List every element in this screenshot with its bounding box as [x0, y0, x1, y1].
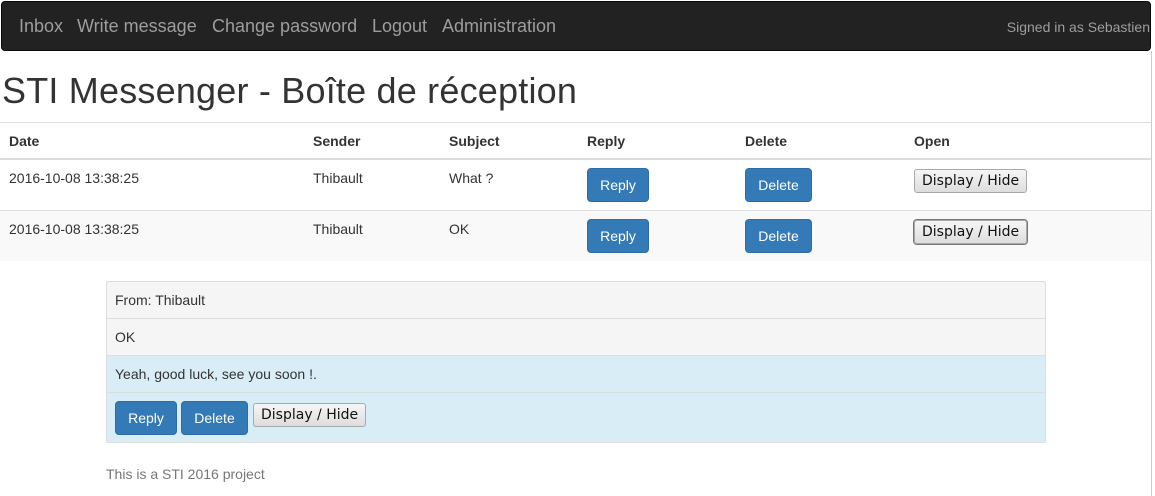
row-sender: Thibault	[313, 170, 363, 186]
footer-text: This is a STI 2016 project	[106, 466, 265, 482]
message-actions: Reply Delete Display / Hide	[107, 393, 1045, 442]
message-subject: OK	[107, 319, 1045, 356]
row-date: 2016-10-08 13:38:25	[9, 221, 139, 237]
message-display-hide-button[interactable]: Display / Hide	[253, 403, 367, 427]
signed-in-text: Signed in as Sebastien	[1006, 19, 1150, 35]
delete-button[interactable]: Delete	[745, 168, 812, 202]
message-from: From: Thibault	[107, 282, 1045, 319]
column-header-subject: Subject	[449, 133, 500, 149]
table-header: Date Sender Subject Reply Delete Open	[0, 122, 1151, 160]
nav-administration-link[interactable]: Administration	[442, 16, 556, 37]
nav-change-password-link[interactable]: Change password	[212, 16, 357, 37]
message-reply-button[interactable]: Reply	[115, 401, 177, 435]
page-right-border	[1151, 51, 1152, 496]
display-hide-button[interactable]: Display / Hide	[914, 169, 1028, 193]
message-panel: From: Thibault OK Yeah, good luck, see y…	[106, 281, 1046, 443]
row-sender: Thibault	[313, 221, 363, 237]
column-header-delete: Delete	[745, 133, 788, 149]
row-subject: What ?	[449, 170, 494, 186]
message-body: Yeah, good luck, see you soon !.	[107, 356, 1045, 393]
table-row: 2016-10-08 13:38:25 Thibault What ? Repl…	[0, 160, 1151, 211]
column-header-reply: Reply	[587, 133, 626, 149]
column-header-date: Date	[9, 133, 40, 149]
delete-button[interactable]: Delete	[745, 219, 812, 253]
reply-button[interactable]: Reply	[587, 168, 649, 202]
column-header-sender: Sender	[313, 133, 361, 149]
nav-write-message-link[interactable]: Write message	[77, 16, 197, 37]
row-subject: OK	[449, 221, 470, 237]
inbox-table: Date Sender Subject Reply Delete Open 20…	[0, 122, 1151, 261]
row-date: 2016-10-08 13:38:25	[9, 170, 139, 186]
display-hide-button[interactable]: Display / Hide	[914, 220, 1028, 244]
reply-button[interactable]: Reply	[587, 219, 649, 253]
message-delete-button[interactable]: Delete	[181, 401, 248, 435]
nav-logout-link[interactable]: Logout	[372, 16, 427, 37]
column-header-open: Open	[914, 133, 950, 149]
nav-inbox-link[interactable]: Inbox	[19, 16, 63, 37]
table-row: 2016-10-08 13:38:25 Thibault OK Reply De…	[0, 211, 1151, 261]
navbar: Inbox Write message Change password Logo…	[1, 1, 1151, 51]
page-title: STI Messenger - Boîte de réception	[2, 70, 578, 111]
